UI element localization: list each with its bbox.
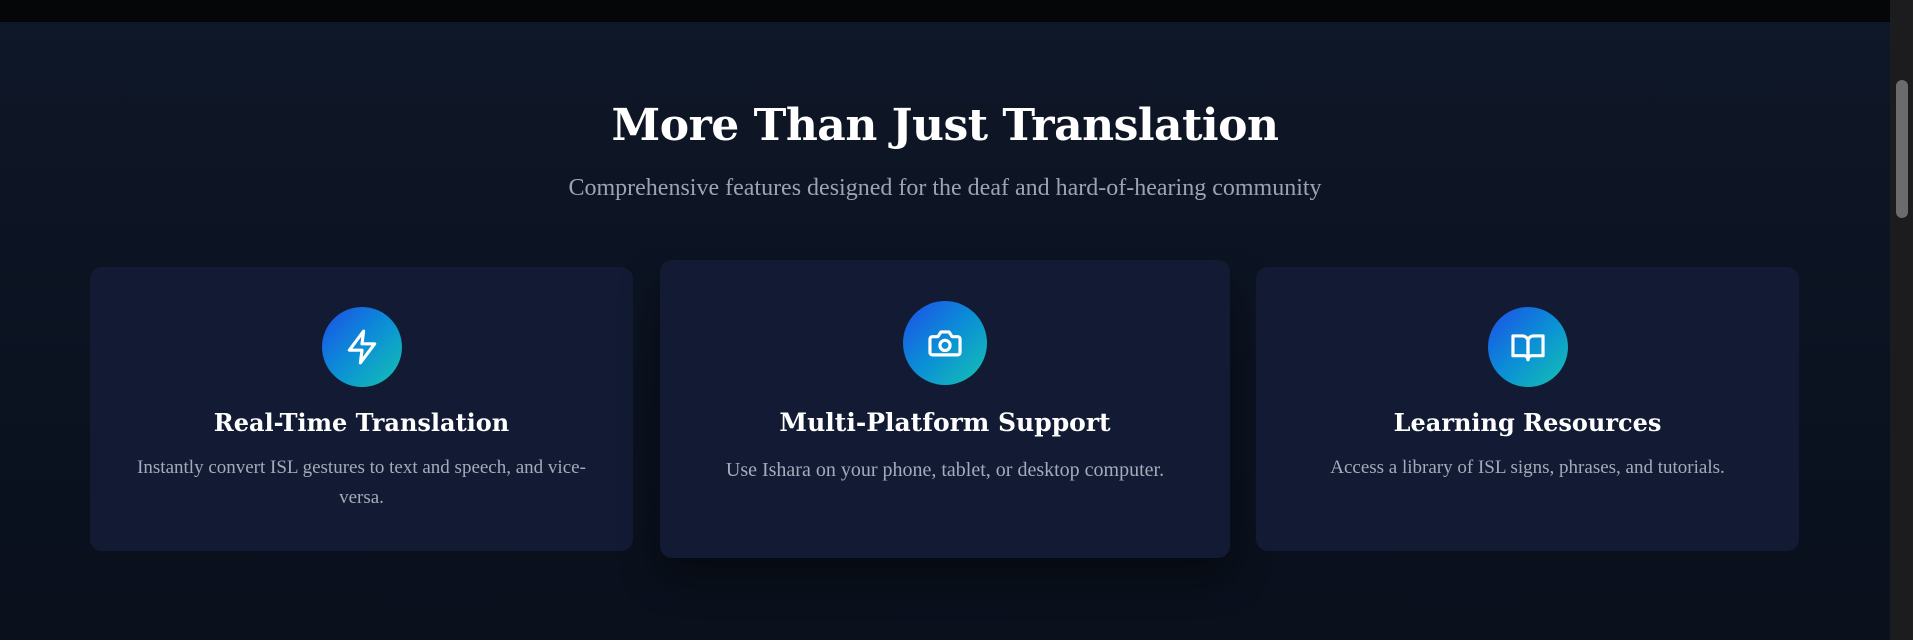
- feature-card-real-time-translation: Real-Time Translation Instantly convert …: [90, 267, 633, 551]
- feature-title: Multi-Platform Support: [779, 408, 1111, 437]
- feature-title: Real-Time Translation: [213, 408, 510, 437]
- lightning-icon: [321, 307, 402, 387]
- feature-title: Learning Resources: [1393, 408, 1662, 437]
- feature-description: Use Ishara on your phone, tablet, or des…: [725, 459, 1165, 481]
- section-title: More Than Just Translation: [611, 100, 1279, 151]
- scrollbar-track[interactable]: [1890, 0, 1913, 640]
- feature-card-multi-platform-support: Multi-Platform Support Use Ishara on you…: [660, 260, 1230, 558]
- camera-icon: [903, 301, 987, 385]
- feature-card-learning-resources: Learning Resources Access a library of I…: [1256, 267, 1799, 551]
- section-subtitle: Comprehensive features designed for the …: [568, 175, 1322, 201]
- scrollbar-thumb[interactable]: [1896, 80, 1908, 218]
- page: More Than Just Translation Comprehensive…: [0, 0, 1913, 640]
- features-section: More Than Just Translation Comprehensive…: [0, 22, 1890, 640]
- feature-description: Instantly convert ISL gestures to text a…: [137, 457, 586, 508]
- book-icon: [1487, 307, 1568, 387]
- feature-description: Access a library of ISL signs, phrases, …: [1330, 457, 1725, 478]
- top-strip: [0, 0, 1890, 22]
